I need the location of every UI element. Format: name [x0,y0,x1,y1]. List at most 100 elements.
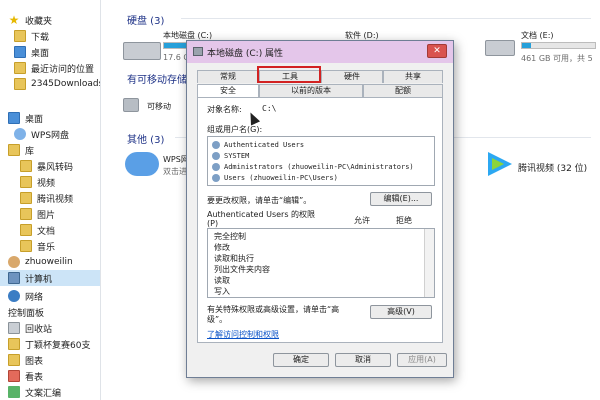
tab-hardware[interactable]: 硬件 [321,70,383,83]
sidebar-item[interactable]: 看表 [0,368,100,384]
object-name-label: 对象名称: [207,105,242,114]
permissions-for-label: Authenticated Users 的权限 [207,210,316,219]
sidebar-item[interactable]: 图片 [0,206,100,222]
hard-disk-group-title[interactable]: 硬盘 (3) [127,12,164,27]
sidebar-item-label: WPS网盘 [31,130,70,141]
sidebar-item-label: 丁颖杯复赛60支 [25,340,91,351]
dialog-titlebar[interactable]: 本地磁盘 (C:) 属性 ✕ [187,41,453,63]
desktop-icon [8,112,20,124]
security-panel: 对象名称: C:\ 组或用户名(G): Authenticated Users … [197,97,443,343]
library-icon [8,144,20,156]
sidebar-item-label: 图片 [37,210,56,221]
close-button[interactable]: ✕ [427,44,447,58]
user-group-icon [212,140,220,149]
folder-icon [14,78,26,90]
sidebar-item[interactable]: zhuoweilin [0,254,100,270]
sidebar-item-label: 计算机 [25,274,53,285]
tab-sharing[interactable]: 共享 [383,70,443,83]
folder-icon [20,160,32,172]
sidebar-item-label: 暴风转码 [37,162,74,173]
others-group-title[interactable]: 其他 (3) [127,131,164,146]
sidebar-item[interactable]: 最近访问的位置 [0,60,100,76]
sidebar-item-label: 图表 [25,356,44,367]
drive-e-label[interactable]: 文档 (E:) [521,30,554,41]
folder-icon [8,338,20,350]
tab-quota[interactable]: 配额 [363,84,443,97]
video-icon [20,176,32,188]
permissions-scrollbar[interactable] [424,229,434,297]
removable-drive-label[interactable]: 可移动 [147,101,171,112]
list-item[interactable]: SYSTEM [212,150,249,161]
drive-e-usage-fill [522,43,531,48]
removable-group-title[interactable]: 有可移动存储 [127,71,187,86]
tab-security[interactable]: 安全 [197,84,259,97]
advanced-button[interactable]: 高级(V) [370,305,432,319]
sidebar-item[interactable]: 文档 [0,222,100,238]
wps-cloud-icon[interactable] [125,152,159,176]
sidebar-item-label: 库 [25,146,35,157]
sidebar-item[interactable]: 丁颖杯复赛60支 [0,336,100,352]
sidebar-item[interactable]: 回收站 [0,320,100,336]
folder-icon [8,370,20,382]
tencent-video-icon[interactable] [484,150,516,178]
list-item[interactable]: Authenticated Users [212,139,304,150]
folder-icon [14,30,26,42]
table-row: 读取和执行 [214,254,254,263]
sidebar-item[interactable]: 桌面 [0,110,100,126]
user-list[interactable]: Authenticated Users SYSTEM Administrator… [207,136,435,186]
removable-drive-icon[interactable] [123,98,139,112]
sidebar-item[interactable]: 网络 [0,288,100,304]
sidebar-item[interactable]: 计算机 [0,270,100,286]
sidebar-item[interactable]: WPS网盘 [0,126,100,142]
drive-icon [193,47,203,56]
permissions-list[interactable]: 完全控制 修改 读取和执行 列出文件夹内容 读取 写入 [207,228,435,298]
sidebar-item[interactable]: 音乐 [0,238,100,254]
sidebar-item-label: 网络 [25,292,44,303]
sidebar-item[interactable]: 图表 [0,352,100,368]
sidebar-item-label: 文案汇编 [25,388,62,399]
list-item[interactable]: Users (zhuoweilin-PC\Users) [212,172,338,183]
music-icon [20,240,32,252]
dialog-title: 本地磁盘 (C:) 属性 [207,49,284,59]
user-icon [8,256,20,268]
edit-button[interactable]: 编辑(E)... [370,192,432,206]
access-control-help-link[interactable]: 了解访问控制和权限 [207,329,279,340]
deny-column-header: 拒绝 [396,216,412,225]
drive-e-icon[interactable] [485,40,515,56]
sidebar-item[interactable]: 下载 [0,28,100,44]
properties-dialog: 本地磁盘 (C:) 属性 ✕ 常规 工具 硬件 共享 安全 以前的版本 配额 对… [186,40,454,378]
sidebar-item-label: 视频 [37,178,56,189]
sidebar-item[interactable]: 暴风转码 [0,158,100,174]
sidebar-item-label: 下载 [31,32,50,43]
drive-c-icon[interactable] [123,42,161,60]
divider [181,18,591,19]
apply-button[interactable]: 应用(A) [397,353,447,367]
network-icon [8,290,20,302]
cancel-button[interactable]: 取消 [335,353,391,367]
sidebar-item[interactable]: 库 [0,142,100,158]
sidebar-item-label: 桌面 [25,114,44,125]
sidebar-item-label: 桌面 [31,48,50,59]
sidebar-item[interactable]: 腾讯视频 [0,190,100,206]
sidebar-item[interactable]: 文案汇编 [0,384,100,400]
desktop-icon [14,46,26,58]
sidebar-item-label: zhuoweilin [25,257,73,267]
sidebar-item-label: 回收站 [25,324,53,335]
sidebar-item[interactable]: 桌面 [0,44,100,60]
sidebar-item[interactable]: ★ 收藏夹 [0,12,100,28]
navigation-pane: ★ 收藏夹 下载 桌面 最近访问的位置 2345Downloads 桌面 WPS网盘库暴风转码… [0,0,101,400]
folder-icon [8,354,20,366]
table-row: 写入 [214,287,230,296]
allow-column-header: 允许 [354,216,370,225]
wps-drive-label[interactable]: WPS网 [163,154,189,165]
sidebar-item[interactable]: 控制面板 [0,304,100,320]
sidebar-item[interactable]: 视频 [0,174,100,190]
tab-general[interactable]: 常规 [197,70,259,83]
tab-previous-versions[interactable]: 以前的版本 [259,84,363,97]
computer-icon [8,272,20,284]
ok-button[interactable]: 确定 [273,353,329,367]
list-item[interactable]: Administrators (zhuoweilin-PC\Administra… [212,161,414,172]
sidebar-item[interactable]: 2345Downloads [0,76,100,92]
tencent-video-label[interactable]: 腾讯视频 (32 位) [518,161,587,174]
sidebar-item-label: 最近访问的位置 [31,64,95,75]
